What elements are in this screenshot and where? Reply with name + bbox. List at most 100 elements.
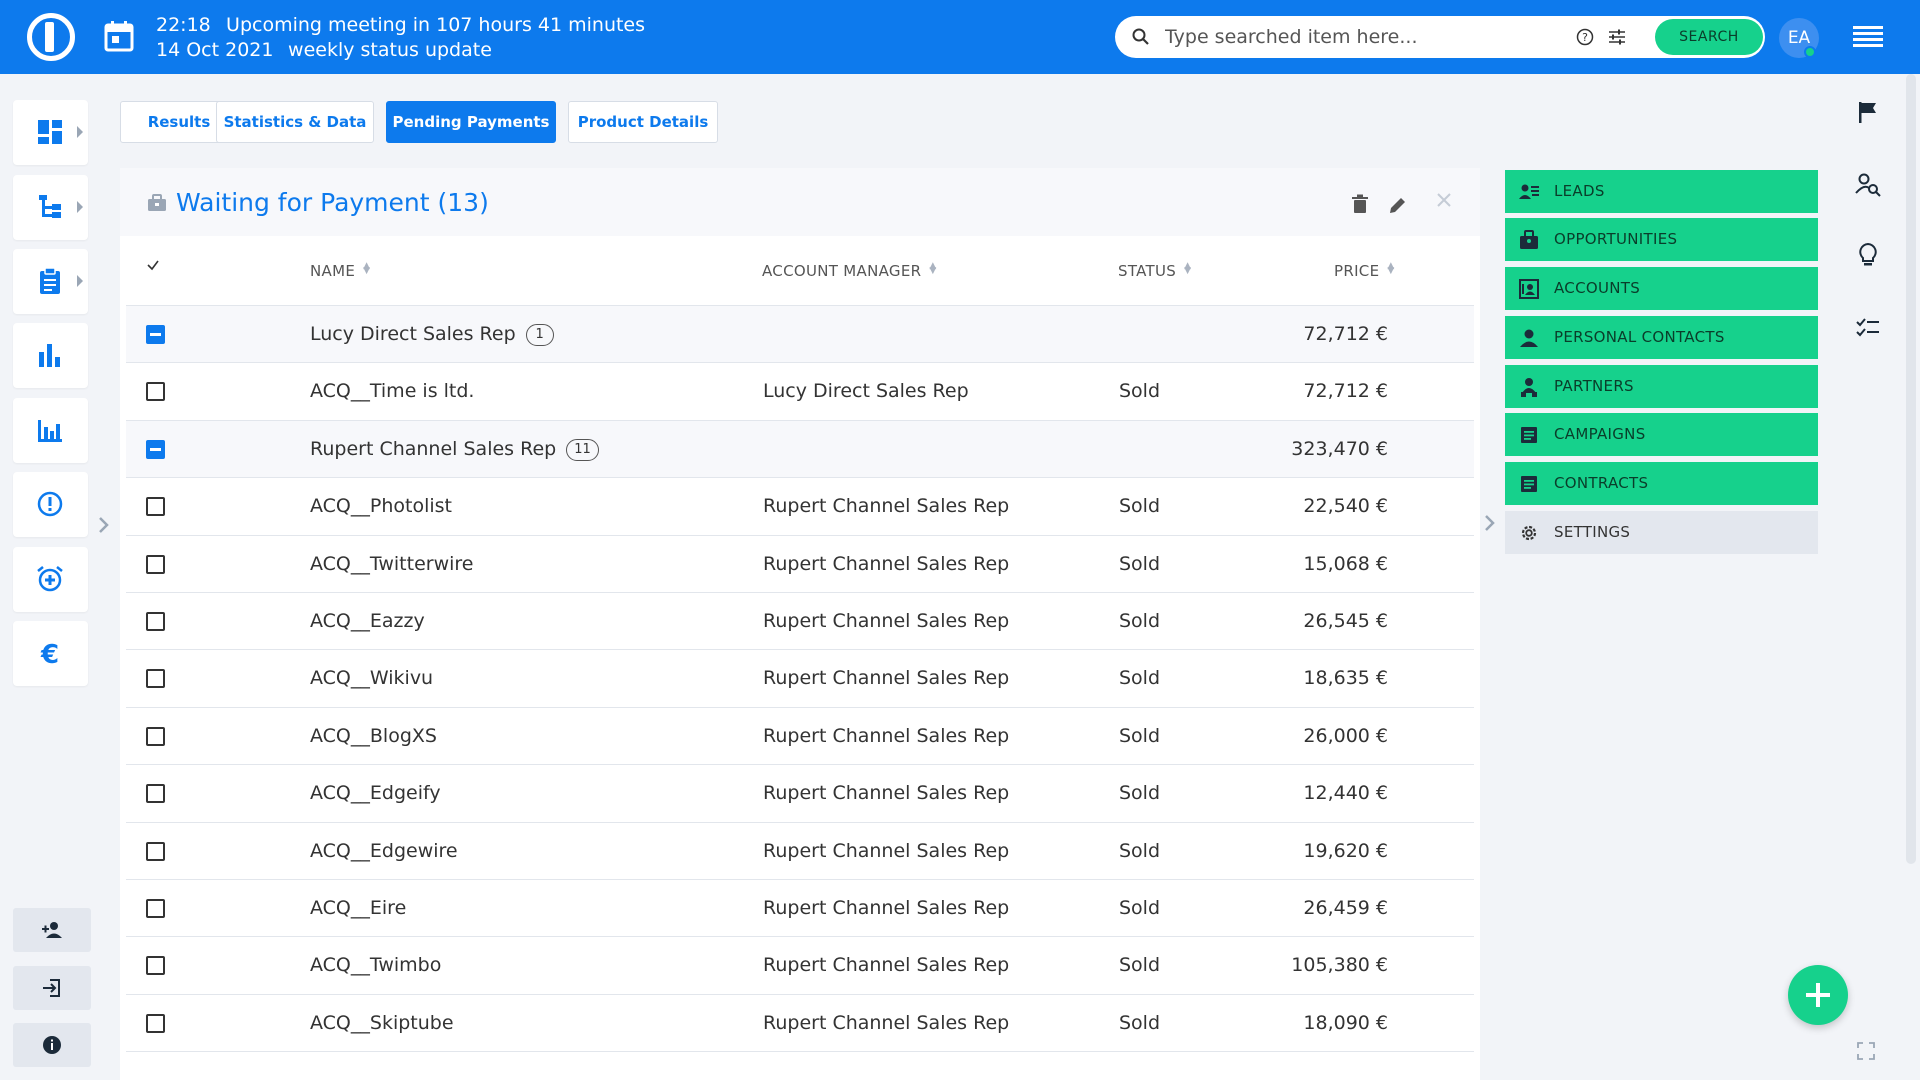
row-checkbox[interactable] xyxy=(146,841,165,861)
sidebar-item-reports[interactable] xyxy=(13,398,88,463)
row-checkbox[interactable] xyxy=(146,898,165,918)
row-account-manager: Rupert Channel Sales Rep xyxy=(763,552,1010,575)
row-status: Sold xyxy=(1119,667,1161,690)
group-checkbox[interactable] xyxy=(146,439,165,459)
row-checkbox[interactable] xyxy=(146,726,165,746)
sidebar-item-statistics[interactable] xyxy=(13,323,88,388)
table-row[interactable]: ACQ__Twitterwire Rupert Channel Sales Re… xyxy=(126,536,1474,593)
row-name[interactable]: ACQ__Time is ltd. xyxy=(310,380,474,402)
table-row[interactable]: ACQ__Edgeify Rupert Channel Sales Rep So… xyxy=(126,765,1474,823)
trash-icon[interactable] xyxy=(1351,194,1369,214)
menu-item-accounts[interactable]: ACCOUNTS xyxy=(1505,267,1818,310)
row-name[interactable]: ACQ__Wikivu xyxy=(310,667,433,689)
sort-icon: ▲ ▼ xyxy=(363,261,371,276)
menu-item-opportunities[interactable]: OPPORTUNITIES xyxy=(1505,218,1818,261)
filter-settings-icon[interactable] xyxy=(1608,28,1626,46)
user-search-icon[interactable] xyxy=(1855,172,1881,198)
column-price-label: PRICE xyxy=(1334,262,1380,280)
page-scrollbar[interactable] xyxy=(1904,74,1920,1080)
checklist-icon[interactable] xyxy=(1855,316,1881,342)
info-button[interactable] xyxy=(13,1023,91,1067)
row-name[interactable]: ACQ__Edgeify xyxy=(310,782,441,804)
top-bar: 22:18 Upcoming meeting in 107 hours 41 m… xyxy=(0,0,1920,74)
sidebar-item-hierarchy[interactable] xyxy=(13,175,88,240)
sidebar-item-reminders[interactable] xyxy=(13,547,88,612)
search-input[interactable] xyxy=(1165,22,1585,52)
column-header-price[interactable]: PRICE ▲ ▼ xyxy=(1334,262,1395,281)
row-name[interactable]: ACQ__Twitterwire xyxy=(310,553,473,575)
sidebar-item-alerts[interactable] xyxy=(13,472,88,537)
upcoming-meeting[interactable]: 22:18 Upcoming meeting in 107 hours 41 m… xyxy=(156,13,645,63)
euro-icon: € xyxy=(40,640,59,668)
column-header-account-manager[interactable]: ACCOUNT MANAGER ▲ ▼ xyxy=(762,262,937,281)
table-row[interactable]: ACQ__BlogXS Rupert Channel Sales Rep Sol… xyxy=(126,708,1474,766)
table-row[interactable]: ACQ__Photolist Rupert Channel Sales Rep … xyxy=(126,478,1474,536)
row-checkbox[interactable] xyxy=(146,554,165,574)
row-checkbox[interactable] xyxy=(146,611,165,631)
menu-item-settings[interactable]: SETTINGS xyxy=(1505,511,1818,554)
menu-item-campaigns[interactable]: CAMPAIGNS xyxy=(1505,413,1818,456)
svg-text:?: ? xyxy=(1582,31,1588,44)
clipboard-icon xyxy=(40,267,60,294)
lightbulb-icon[interactable] xyxy=(1855,242,1881,268)
table-row[interactable]: ACQ__Twimbo Rupert Channel Sales Rep Sol… xyxy=(126,937,1474,995)
add-person-icon xyxy=(42,922,62,938)
menu-item-personal-contacts[interactable]: PERSONAL CONTACTS xyxy=(1505,316,1818,359)
sidebar-item-tasks[interactable] xyxy=(13,249,88,314)
group-checkbox[interactable] xyxy=(146,325,165,344)
scrollbar-thumb[interactable] xyxy=(1906,74,1916,864)
row-name[interactable]: ACQ__Edgewire xyxy=(310,840,458,862)
tab-pending-payments[interactable]: Pending Payments xyxy=(386,101,556,143)
row-name[interactable]: ACQ__BlogXS xyxy=(310,725,437,747)
table-row[interactable]: ACQ__Eazzy Rupert Channel Sales Rep Sold… xyxy=(126,593,1474,651)
row-checkbox[interactable] xyxy=(146,382,165,402)
hamburger-menu-icon[interactable] xyxy=(1853,26,1883,48)
calendar-icon[interactable] xyxy=(104,20,134,52)
row-checkbox[interactable] xyxy=(146,784,165,804)
row-status: Sold xyxy=(1119,839,1161,862)
check-icon[interactable] xyxy=(146,258,160,272)
group-row[interactable]: Lucy Direct Sales Rep 1 72,712 € xyxy=(126,306,1474,364)
table-row[interactable]: ACQ__Wikivu Rupert Channel Sales Rep Sol… xyxy=(126,650,1474,708)
table-row[interactable]: ACQ__Edgewire Rupert Channel Sales Rep S… xyxy=(126,823,1474,880)
column-header-name[interactable]: NAME ▲ ▼ xyxy=(310,261,371,281)
group-row[interactable]: Rupert Channel Sales Rep 11 323,470 € xyxy=(126,420,1474,479)
row-name[interactable]: ACQ__Photolist xyxy=(310,495,452,517)
app-logo-icon[interactable] xyxy=(27,13,75,61)
row-name[interactable]: ACQ__Skiptube xyxy=(310,1012,454,1034)
tab-statistics-data[interactable]: Statistics & Data xyxy=(216,101,374,143)
flag-icon[interactable] xyxy=(1855,99,1881,125)
add-user-button[interactable] xyxy=(13,908,91,952)
menu-item-contracts[interactable]: CONTRACTS xyxy=(1505,462,1818,505)
group-name-text: Lucy Direct Sales Rep xyxy=(310,323,516,345)
table-row[interactable]: ACQ__Time is ltd. Lucy Direct Sales Rep … xyxy=(126,363,1474,421)
close-icon[interactable] xyxy=(1436,192,1452,208)
column-header-status[interactable]: STATUS ▲ ▼ xyxy=(1118,262,1191,281)
row-checkbox[interactable] xyxy=(146,497,165,517)
row-name[interactable]: ACQ__Eazzy xyxy=(310,610,425,632)
row-checkbox[interactable] xyxy=(146,669,165,689)
edit-pencil-icon[interactable] xyxy=(1388,195,1408,215)
table-row[interactable]: ACQ__Eire Rupert Channel Sales Rep Sold … xyxy=(126,880,1474,938)
sidebar-item-dashboard[interactable] xyxy=(13,100,88,165)
fullscreen-icon[interactable] xyxy=(1857,1042,1875,1060)
row-checkbox[interactable] xyxy=(146,1013,165,1033)
group-count-badge: 1 xyxy=(525,324,554,346)
briefcase-icon xyxy=(148,194,166,211)
row-name[interactable]: ACQ__Eire xyxy=(310,897,406,919)
login-button[interactable] xyxy=(13,966,91,1010)
expand-right-panel-chevron-icon[interactable] xyxy=(1483,512,1497,534)
table-row[interactable]: ACQ__Skiptube Rupert Channel Sales Rep S… xyxy=(126,995,1474,1053)
add-new-button[interactable] xyxy=(1788,965,1848,1025)
menu-item-partners[interactable]: PARTNERS xyxy=(1505,365,1818,408)
row-checkbox[interactable] xyxy=(146,956,165,976)
menu-item-leads[interactable]: LEADS xyxy=(1505,170,1818,213)
expand-sidebar-chevron-icon[interactable] xyxy=(97,514,111,536)
menu-item-label: CAMPAIGNS xyxy=(1554,425,1646,443)
row-name[interactable]: ACQ__Twimbo xyxy=(310,954,441,976)
help-icon[interactable]: ? xyxy=(1576,28,1594,46)
search-button[interactable]: SEARCH xyxy=(1655,19,1763,55)
tab-product-details[interactable]: Product Details xyxy=(568,101,718,143)
sidebar-item-payments[interactable]: € xyxy=(13,621,88,686)
row-account-manager: Rupert Channel Sales Rep xyxy=(763,609,1010,632)
